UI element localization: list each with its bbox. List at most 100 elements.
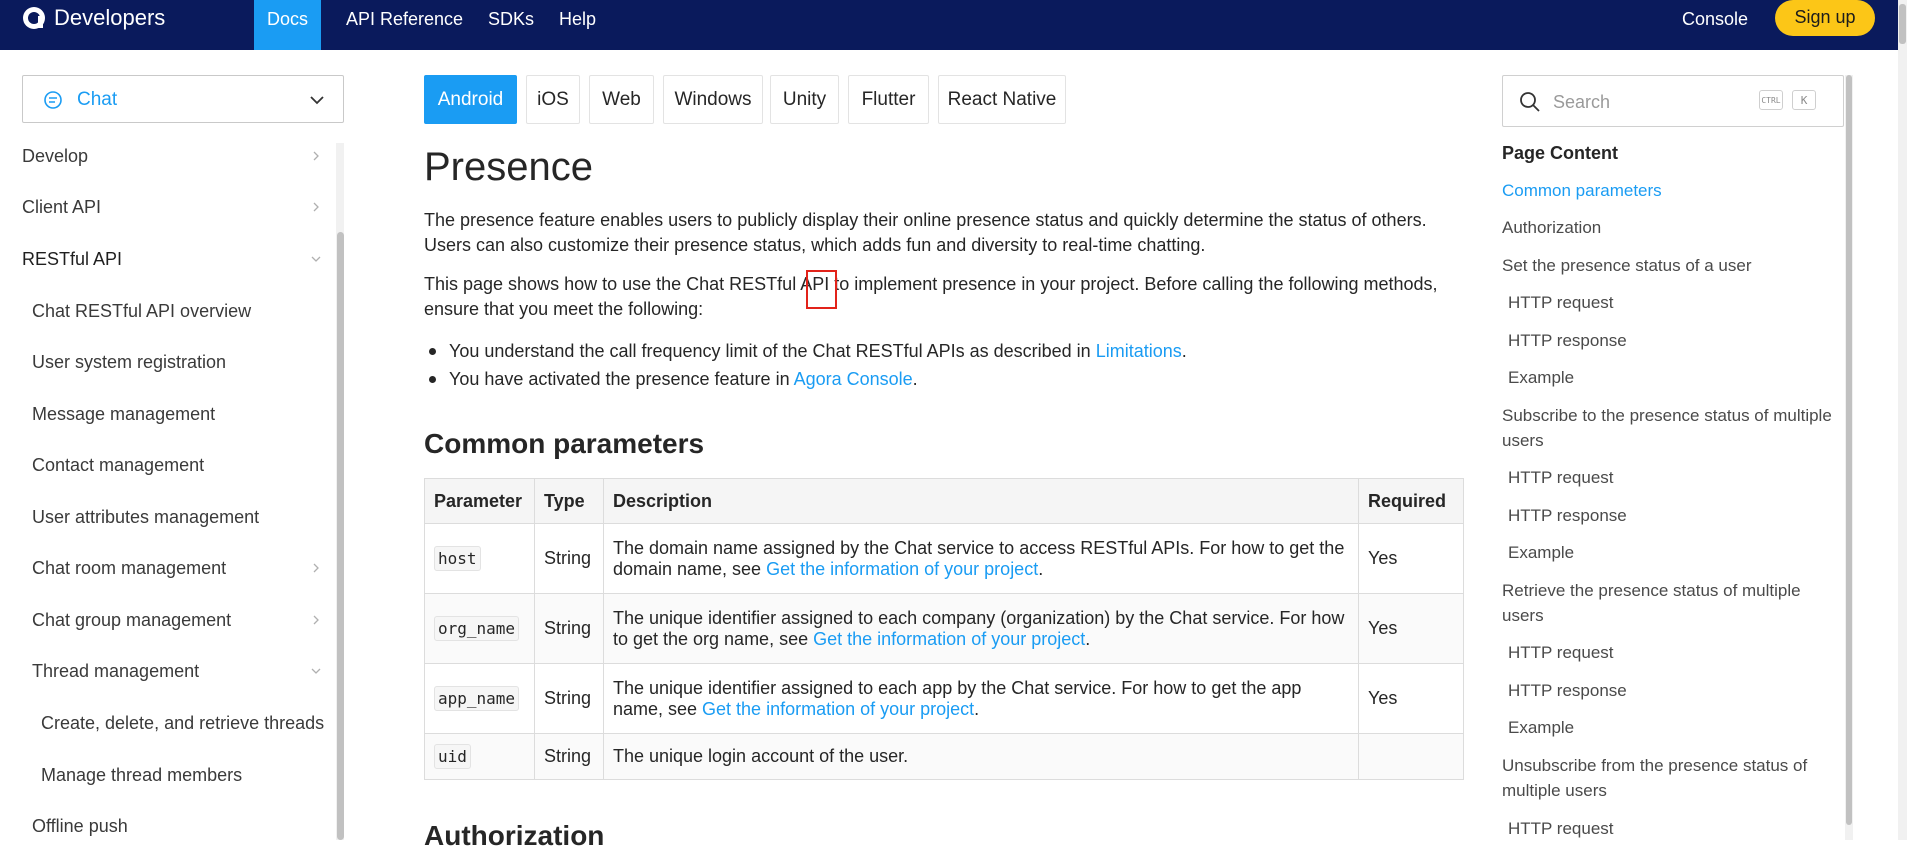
list-item-text: You have activated the presence feature … <box>449 369 794 389</box>
toc-item-set-presence[interactable]: Set the presence status of a user <box>1502 253 1842 278</box>
sidebar-item-create-delete-retrieve-threads[interactable]: Create, delete, and retrieve threads <box>41 708 341 738</box>
param-cell: uid <box>424 733 535 780</box>
param-cell: app_name <box>424 663 535 734</box>
sidebar-scrollbar-thumb[interactable] <box>337 232 344 840</box>
highlight-box <box>806 270 837 309</box>
table-row: app_name String The unique identifier as… <box>424 663 1465 734</box>
project-info-link[interactable]: Get the information of your project <box>813 629 1085 649</box>
agora-console-link[interactable]: Agora Console <box>794 369 913 389</box>
toc-item-example[interactable]: Example <box>1508 365 1848 390</box>
chevron-right-icon <box>313 202 319 212</box>
toc-item-http-request[interactable]: HTTP request <box>1508 816 1848 841</box>
table-header-row: Parameter Type Description Required <box>424 478 1465 524</box>
toc-item-example[interactable]: Example <box>1508 540 1848 565</box>
sidebar-item-label: Chat RESTful API overview <box>32 301 252 321</box>
type-cell: String <box>533 733 604 780</box>
description-text: . <box>974 698 980 719</box>
toc-item-http-request[interactable]: HTTP request <box>1508 465 1848 490</box>
toc-item-example[interactable]: Example <box>1508 715 1848 740</box>
table-row: org_name String The unique identifier as… <box>424 593 1465 664</box>
toc-item-http-response[interactable]: HTTP response <box>1508 328 1848 353</box>
ctrl-key-hint: CTRL <box>1759 90 1783 110</box>
sidebar-item-label: User attributes management <box>32 507 260 527</box>
nav-sdks[interactable]: SDKs <box>488 0 534 50</box>
chevron-down-icon <box>311 256 321 262</box>
search-box[interactable]: CTRL K <box>1502 75 1844 127</box>
sidebar-item-label: Offline push <box>32 816 128 836</box>
page-title: Presence <box>424 145 593 189</box>
k-key-hint: K <box>1792 90 1816 110</box>
description-text: The unique login account of the user. <box>612 746 909 766</box>
project-info-link[interactable]: Get the information of your project <box>766 559 1038 579</box>
tab-unity[interactable]: Unity <box>770 75 839 124</box>
common-parameters-table: Parameter Type Description Required host… <box>424 478 1465 780</box>
toc-item-http-request[interactable]: HTTP request <box>1508 640 1848 665</box>
toc-item-authorization[interactable]: Authorization <box>1502 215 1842 240</box>
toc-item-subscribe-presence[interactable]: Subscribe to the presence status of mult… <box>1502 403 1842 453</box>
sidebar-item-client-api[interactable]: Client API <box>22 192 322 222</box>
chevron-right-icon <box>313 151 319 161</box>
sidebar-item-offline-push[interactable]: Offline push <box>32 811 322 841</box>
chevron-down-icon <box>310 96 324 105</box>
chat-bubble-icon <box>44 91 62 109</box>
tab-ios[interactable]: iOS <box>526 75 580 124</box>
tab-web[interactable]: Web <box>589 75 654 124</box>
toc-item-common-parameters[interactable]: Common parameters <box>1502 178 1842 203</box>
nav-console[interactable]: Console <box>1682 0 1748 50</box>
nav-docs[interactable]: Docs <box>254 0 321 50</box>
search-input[interactable] <box>1551 86 1755 118</box>
description-cell: The unique identifier assigned to each c… <box>602 593 1359 664</box>
tab-windows[interactable]: Windows <box>663 75 763 124</box>
toc-item-retrieve-presence[interactable]: Retrieve the presence status of multiple… <box>1502 578 1842 628</box>
paragraph-text: This page shows how to use the Chat REST… <box>424 274 801 294</box>
nav-api-reference[interactable]: API Reference <box>346 0 463 50</box>
page-scrollbar-thumb[interactable] <box>1899 4 1906 44</box>
param-code: host <box>434 546 481 571</box>
prerequisite-list: You understand the call frequency limit … <box>424 337 1187 393</box>
product-selector[interactable]: Chat <box>22 75 344 123</box>
param-code: uid <box>434 744 471 769</box>
page-scrollbar[interactable] <box>1898 0 1907 840</box>
description-cell: The domain name assigned by the Chat ser… <box>602 523 1359 594</box>
type-cell: String <box>533 523 604 594</box>
type-cell: String <box>533 663 604 734</box>
column-header: Required <box>1357 478 1465 524</box>
sidebar-item-restful-api[interactable]: RESTful API <box>22 244 322 274</box>
chevron-right-icon <box>313 615 319 625</box>
sidebar-item-chat-room-management[interactable]: Chat room management <box>32 553 322 583</box>
toc-item-unsubscribe-presence[interactable]: Unsubscribe from the presence status of … <box>1502 753 1842 803</box>
tab-react-native[interactable]: React Native <box>938 75 1066 124</box>
sidebar-item-label: Create, delete, and retrieve threads <box>41 713 325 733</box>
list-item: You have activated the presence feature … <box>424 365 1187 393</box>
sidebar-item-label: User system registration <box>32 352 227 372</box>
param-cell: host <box>424 523 535 594</box>
sidebar-item-develop[interactable]: Develop <box>22 141 322 171</box>
sign-up-button[interactable]: Sign up <box>1775 0 1875 36</box>
project-info-link[interactable]: Get the information of your project <box>702 699 974 719</box>
sidebar-item-user-attributes[interactable]: User attributes management <box>32 502 322 532</box>
limitations-link[interactable]: Limitations <box>1096 341 1182 361</box>
chevron-right-icon <box>313 563 319 573</box>
toc-item-http-response[interactable]: HTTP response <box>1508 678 1848 703</box>
list-item-text: . <box>912 369 918 389</box>
top-navigation-bar: Developers Docs API Reference SDKs Help … <box>0 0 1907 50</box>
sidebar-item-thread-management[interactable]: Thread management <box>32 656 322 686</box>
sidebar-item-label: Develop <box>22 146 89 166</box>
sidebar-item-restful-overview[interactable]: Chat RESTful API overview <box>32 296 322 326</box>
tab-flutter[interactable]: Flutter <box>848 75 929 124</box>
section-heading-authorization: Authorization <box>424 820 605 851</box>
sidebar-item-user-registration[interactable]: User system registration <box>32 347 322 377</box>
sidebar-item-label: Chat group management <box>32 610 232 630</box>
toc-scrollbar-thumb[interactable] <box>1846 75 1852 825</box>
agora-logo-icon <box>23 7 45 29</box>
nav-help[interactable]: Help <box>559 0 596 50</box>
sidebar-item-manage-thread-members[interactable]: Manage thread members <box>41 760 341 790</box>
sidebar-item-chat-group-management[interactable]: Chat group management <box>32 605 322 635</box>
tab-android[interactable]: Android <box>424 75 517 124</box>
toc-item-http-request[interactable]: HTTP request <box>1508 290 1848 315</box>
brand[interactable]: Developers <box>22 0 165 36</box>
sidebar-item-message-management[interactable]: Message management <box>32 399 322 429</box>
sidebar-item-contact-management[interactable]: Contact management <box>32 450 322 480</box>
toc-item-http-response[interactable]: HTTP response <box>1508 503 1848 528</box>
param-cell: org_name <box>424 593 535 664</box>
